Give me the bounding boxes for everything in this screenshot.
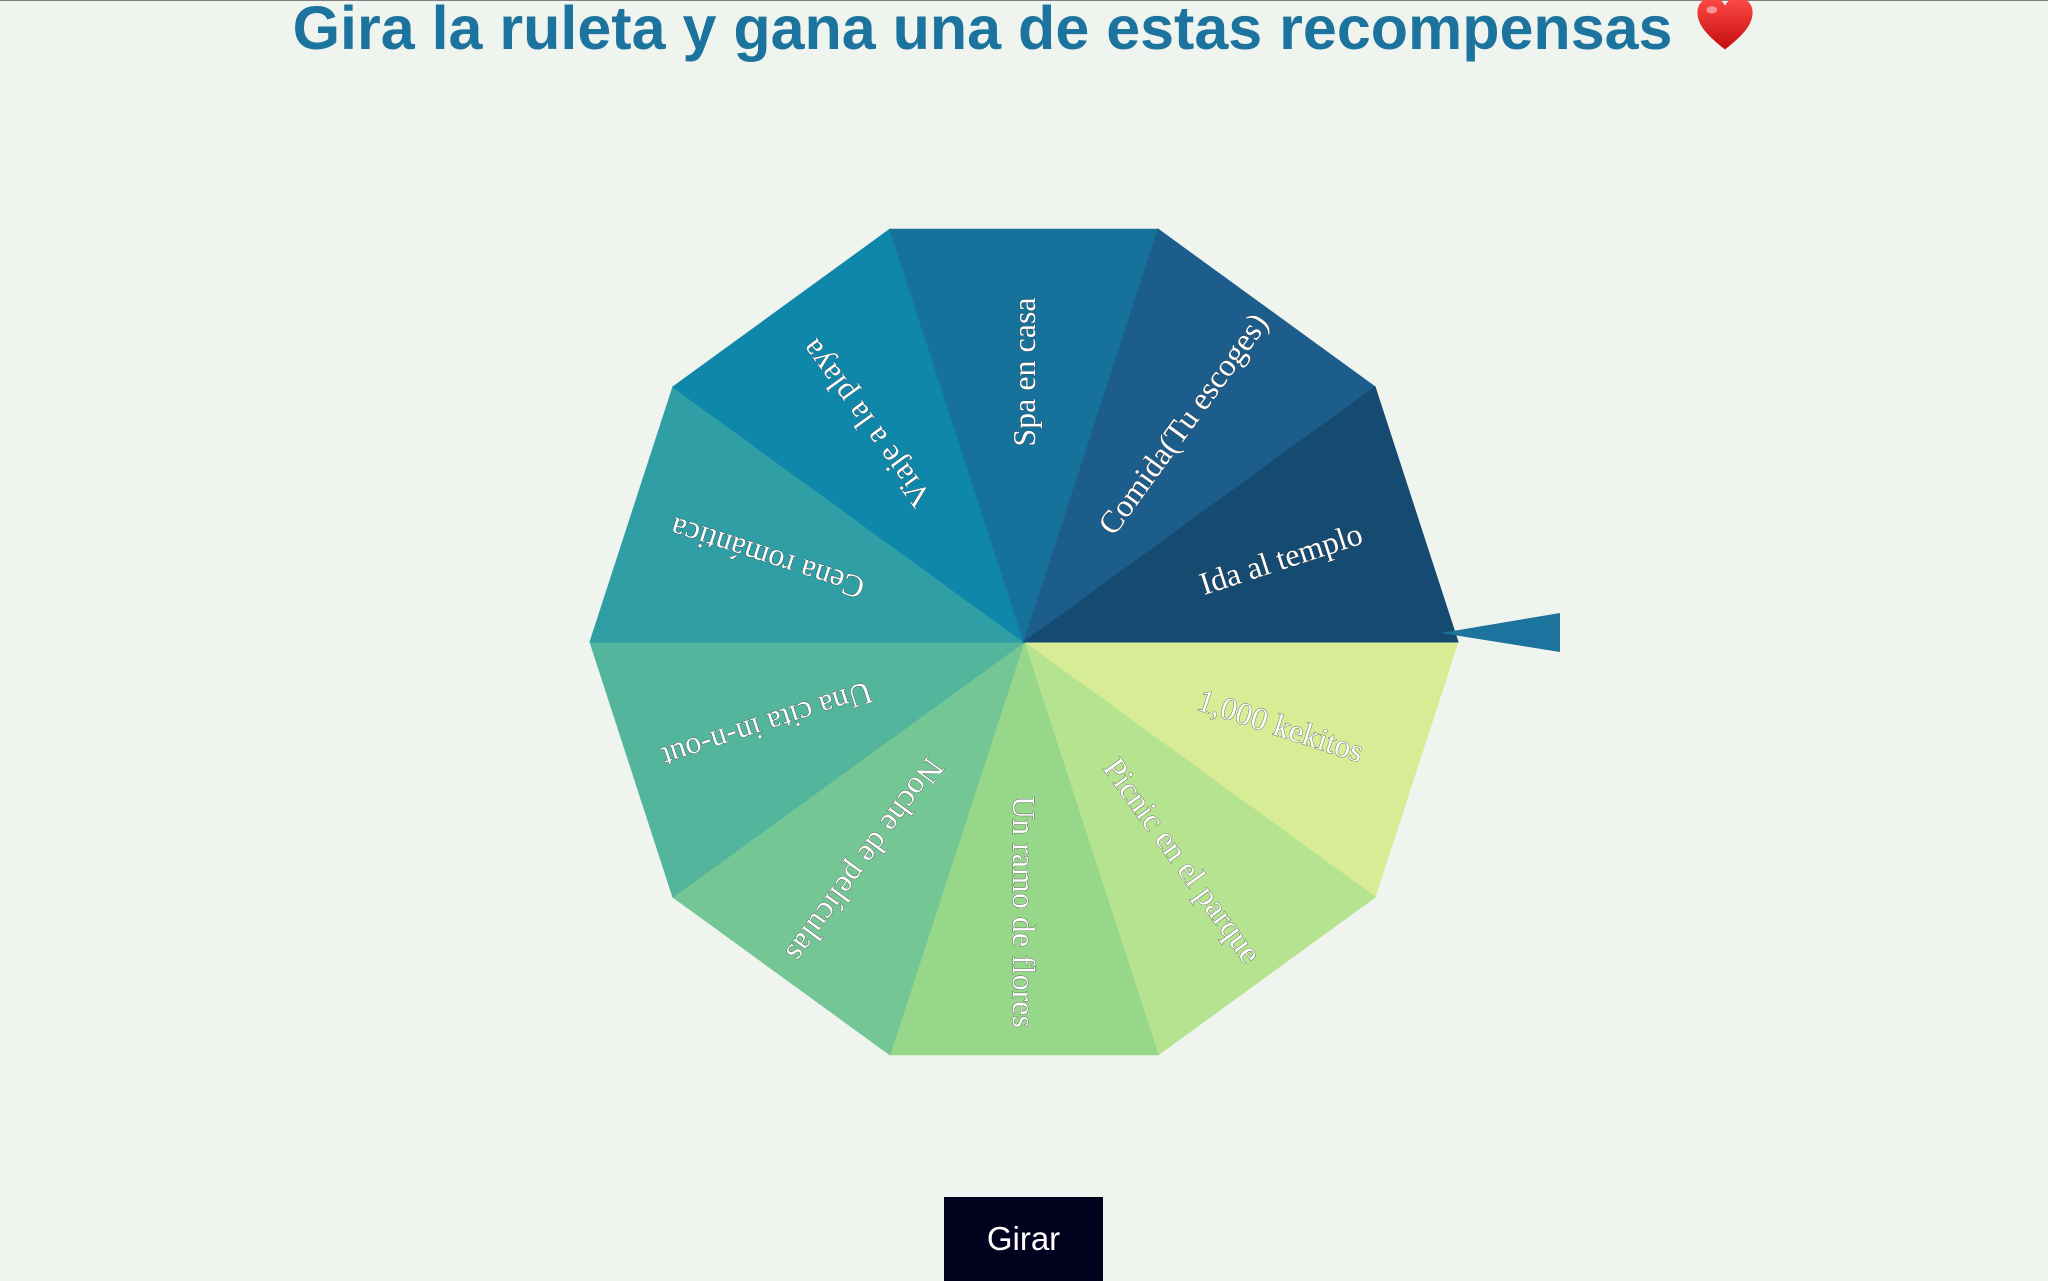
wheel-segment-label: Un ramo de flores — [1006, 796, 1042, 1028]
prize-wheel[interactable]: 1,000 kekitosPicnic en el parqueUn ramo … — [0, 0, 2048, 1280]
wheel-segment-label: Spa en casa — [1006, 297, 1042, 446]
wheel-pointer — [1441, 613, 1560, 652]
spin-button[interactable]: Girar — [944, 1197, 1103, 1281]
